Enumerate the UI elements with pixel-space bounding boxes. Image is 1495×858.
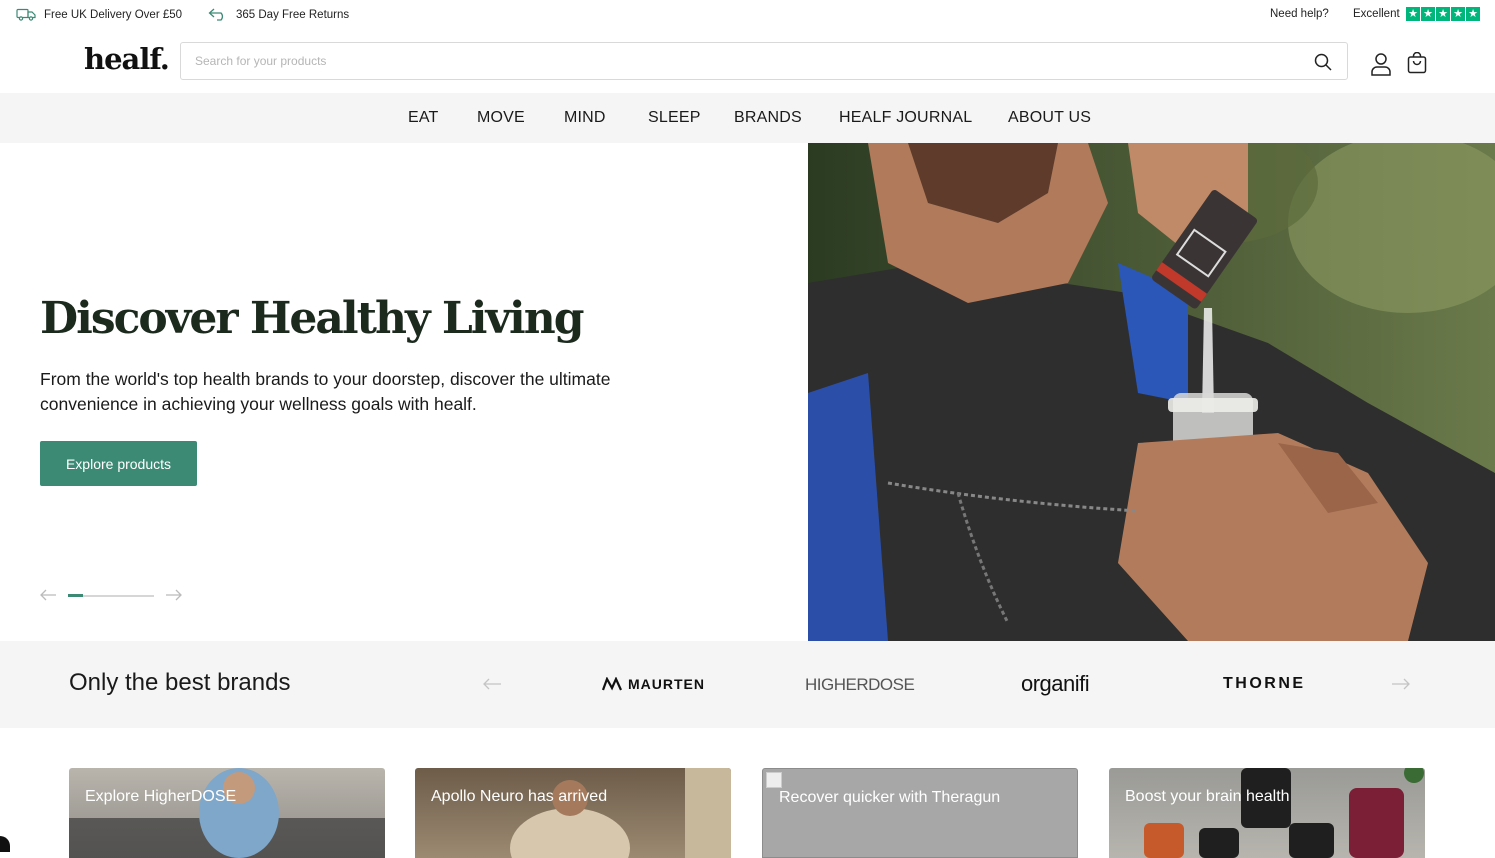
explore-products-button[interactable]: Explore products: [40, 441, 197, 486]
search-icon[interactable]: [1313, 52, 1333, 72]
shopping-bag-icon[interactable]: [1407, 52, 1427, 74]
star-icon: ★: [1406, 7, 1420, 21]
nav-item-sleep[interactable]: SLEEP: [648, 109, 701, 127]
maurten-mark-icon: [602, 677, 622, 691]
returns-text: 365 Day Free Returns: [236, 8, 350, 21]
carousel-progress: [68, 594, 154, 597]
carousel-prev-arrow-icon[interactable]: [40, 589, 56, 601]
card-title: Boost your brain health: [1125, 788, 1290, 805]
hero-photo-illustration: [808, 143, 1495, 641]
brand-logo-organifi[interactable]: organifi: [1021, 671, 1090, 697]
nav-item-mind[interactable]: MIND: [564, 109, 606, 127]
hero-title: Discover Healthy Living: [40, 293, 585, 344]
return-arrow-icon: [208, 8, 224, 21]
brands-strip: Only the best brands MAURTEN HIGHERDOSE …: [0, 641, 1495, 728]
trustpilot-stars[interactable]: ★ ★ ★ ★ ★: [1406, 7, 1480, 21]
carousel-progress-fill: [68, 594, 83, 597]
delivery-text: Free UK Delivery Over £50: [44, 8, 183, 21]
account-icon[interactable]: [1370, 52, 1392, 76]
card-image: [69, 768, 385, 858]
card-title: Explore HigherDOSE: [85, 788, 237, 805]
search-bar[interactable]: [180, 42, 1348, 80]
delivery-info: Free UK Delivery Over £50: [16, 8, 182, 21]
healf-logo[interactable]: healf.: [84, 42, 170, 76]
brand-logo-thorne[interactable]: THORNE: [1223, 675, 1306, 693]
card-image: [1144, 768, 1424, 858]
card-title: Apollo Neuro has arrived: [431, 788, 608, 805]
site-header: healf.: [0, 30, 1495, 93]
brand-logo-higherdose[interactable]: HIGHERDOSE: [805, 675, 915, 695]
need-help-link[interactable]: Need help?: [1270, 8, 1329, 20]
hero-image: [808, 143, 1495, 641]
star-icon: ★: [1421, 7, 1435, 21]
brand-logo-maurten[interactable]: MAURTEN: [602, 676, 705, 692]
star-icon: ★: [1466, 7, 1480, 21]
broken-image-icon: [766, 772, 782, 788]
nav-item-healf-journal[interactable]: HEALF JOURNAL: [839, 109, 972, 127]
star-icon: ★: [1436, 7, 1450, 21]
feature-card[interactable]: Apollo Neuro has arrived: [415, 768, 731, 858]
card-title: Recover quicker with Theragun: [779, 789, 1001, 806]
card-image: [510, 768, 731, 858]
hero-subtitle: From the world's top health brands to yo…: [40, 369, 611, 414]
nav-item-eat[interactable]: EAT: [408, 109, 439, 127]
returns-info: 365 Day Free Returns: [208, 8, 349, 21]
nav-item-brands[interactable]: BRANDS: [734, 109, 802, 127]
nav-item-move[interactable]: MOVE: [477, 109, 525, 127]
main-navigation: EAT MOVE MIND SLEEP BRANDS HEALF JOURNAL…: [0, 93, 1495, 143]
announcement-bar: Free UK Delivery Over £50 365 Day Free R…: [0, 0, 1495, 30]
brands-title: Only the best brands: [69, 669, 291, 696]
brand-name: MAURTEN: [628, 676, 705, 692]
feature-card[interactable]: Recover quicker with Theragun: [762, 768, 1078, 858]
nav-item-about-us[interactable]: ABOUT US: [1008, 109, 1091, 127]
feature-cards: Explore HigherDOSE Apollo Neuro has arri…: [0, 728, 1495, 858]
brands-prev-arrow-icon[interactable]: [483, 678, 501, 690]
feature-card[interactable]: Boost your brain health: [1109, 768, 1425, 858]
carousel-next-arrow-icon[interactable]: [166, 589, 182, 601]
trustpilot-rating-label[interactable]: Excellent: [1353, 8, 1400, 20]
search-input[interactable]: [193, 53, 1277, 69]
delivery-truck-icon: [16, 8, 36, 21]
star-icon: ★: [1451, 7, 1465, 21]
feature-card[interactable]: Explore HigherDOSE: [69, 768, 385, 858]
hero-carousel: Discover Healthy Living From the world's…: [0, 143, 1495, 641]
brands-next-arrow-icon[interactable]: [1392, 678, 1410, 690]
